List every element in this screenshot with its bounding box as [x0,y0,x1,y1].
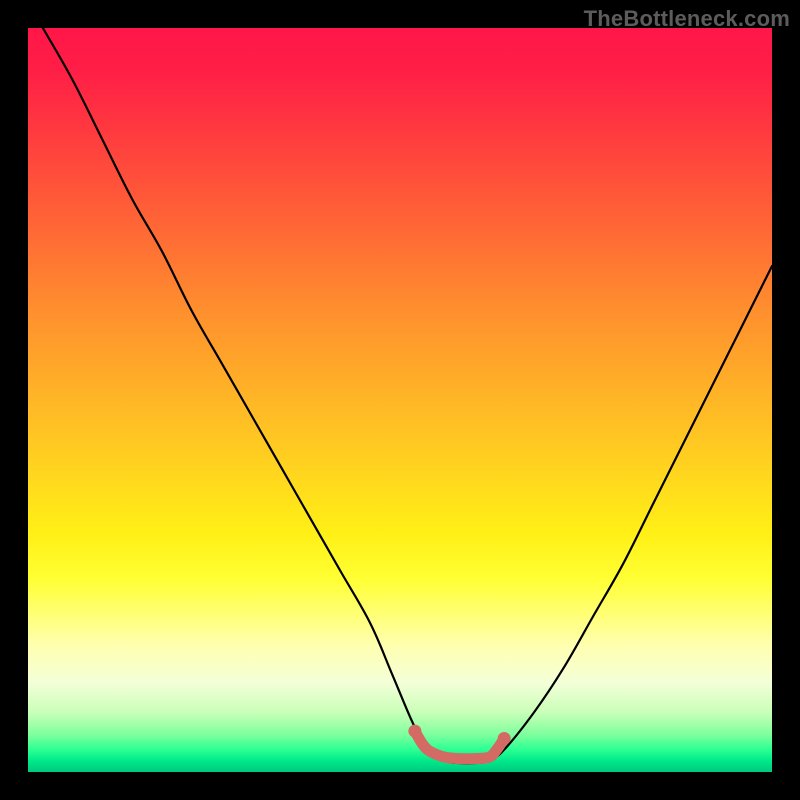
optimal-region-marker [415,731,504,759]
bottleneck-curve [43,28,772,763]
optimal-endpoint-dot [498,732,511,745]
curve-layer [28,28,772,772]
plot-area [28,28,772,772]
chart-frame: TheBottleneck.com [0,0,800,800]
optimal-endpoint-dot [408,725,421,738]
watermark-text: TheBottleneck.com [584,6,790,32]
